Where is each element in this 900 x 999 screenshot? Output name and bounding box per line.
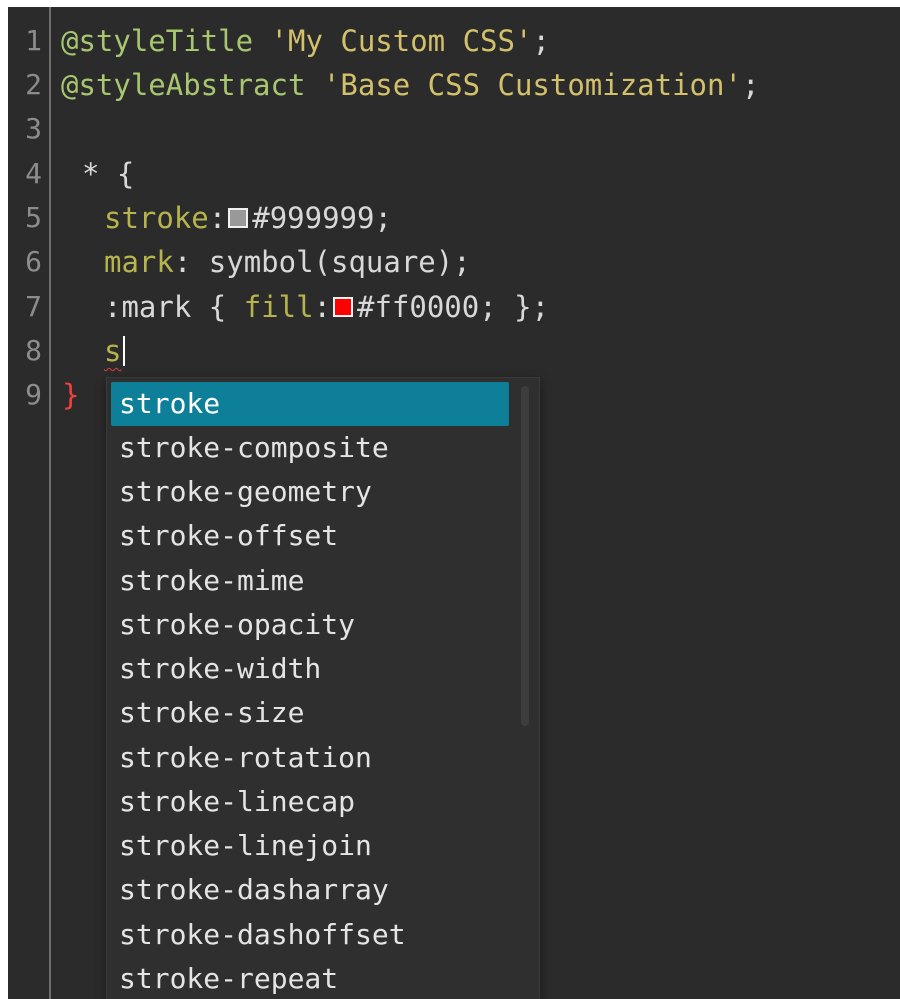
at-rule-keyword: @styleAbstract — [61, 68, 306, 102]
code-line-6[interactable]: mark: symbol(square); — [104, 240, 471, 284]
autocomplete-item[interactable]: stroke-repeat — [111, 957, 509, 999]
property-value: symbol(square) — [191, 245, 454, 279]
pseudo-selector: :mark { — [104, 290, 244, 324]
color-swatch-icon[interactable] — [333, 297, 353, 317]
autocomplete-item[interactable]: stroke-linecap — [111, 780, 509, 824]
autocomplete-item[interactable]: stroke-opacity — [111, 603, 509, 647]
text-cursor — [123, 336, 126, 366]
colon: : — [313, 290, 331, 324]
semicolon: ; — [741, 68, 760, 102]
code-line-2[interactable]: @styleAbstract 'Base CSS Customization'; — [61, 63, 759, 107]
autocomplete-item[interactable]: stroke-mime — [111, 559, 509, 603]
line-number: 7 — [25, 290, 42, 323]
autocomplete-item[interactable]: stroke-offset — [111, 514, 509, 558]
property-name: mark — [104, 245, 174, 279]
color-swatch-icon[interactable] — [228, 208, 249, 228]
code-editor[interactable]: 1 2 3 4 5 6 7 8 9 @styleTitle 'My Custom… — [8, 7, 900, 999]
colon: : — [173, 245, 192, 279]
line-number: 4 — [25, 157, 42, 190]
code-line-8[interactable]: s — [104, 329, 126, 373]
autocomplete-scrollbar-thumb[interactable] — [521, 386, 529, 726]
autocomplete-item[interactable]: stroke-width — [111, 647, 509, 691]
code-line-4[interactable]: * { — [82, 152, 134, 196]
line-number: 8 — [25, 334, 42, 367]
autocomplete-item[interactable]: stroke-linejoin — [111, 824, 509, 868]
property-name: stroke — [104, 201, 209, 235]
gutter-divider — [49, 7, 51, 999]
line-number: 5 — [25, 201, 42, 234]
string-literal: 'Base CSS Customization' — [322, 68, 742, 102]
autocomplete-item-selected[interactable]: stroke — [111, 382, 509, 426]
closing-punctuation: ; }; — [479, 290, 550, 324]
string-literal: 'My Custom CSS' — [270, 24, 533, 58]
line-number: 6 — [25, 245, 42, 278]
line-number: 3 — [25, 112, 42, 145]
semicolon: ; — [532, 24, 550, 58]
selector: * { — [82, 157, 135, 191]
line-number: 1 — [25, 24, 42, 57]
autocomplete-item[interactable]: stroke-dashoffset — [111, 913, 509, 957]
typed-text: s — [104, 334, 122, 368]
autocomplete-item[interactable]: stroke-rotation — [111, 736, 509, 780]
line-number: 9 — [25, 378, 42, 411]
semicolon: ; — [374, 201, 392, 235]
code-line-1[interactable]: @styleTitle 'My Custom CSS'; — [61, 19, 550, 63]
colon: : — [208, 201, 227, 235]
code-line-5[interactable]: stroke: #999999; — [104, 196, 392, 240]
autocomplete-item[interactable]: stroke-composite — [111, 426, 509, 470]
autocomplete-item[interactable]: stroke-dasharray — [111, 868, 509, 912]
property-value: #ff0000 — [357, 290, 480, 324]
autocomplete-scrollbar[interactable] — [521, 386, 529, 726]
autocomplete-item[interactable]: stroke-size — [111, 691, 509, 735]
semicolon: ; — [453, 245, 471, 279]
property-value: #999999 — [252, 201, 375, 235]
property-name: fill — [243, 290, 314, 324]
at-rule-keyword: @styleTitle — [61, 24, 254, 58]
code-line-9[interactable]: } — [62, 373, 79, 417]
line-number: 2 — [25, 68, 42, 101]
autocomplete-item[interactable]: stroke-geometry — [111, 470, 509, 514]
autocomplete-popup[interactable]: stroke stroke-composite stroke-geometry … — [106, 377, 540, 999]
closing-brace: } — [62, 378, 80, 412]
line-number-gutter: 1 2 3 4 5 6 7 8 9 — [8, 7, 51, 999]
code-line-7[interactable]: :mark { fill: #ff0000; }; — [104, 285, 549, 329]
